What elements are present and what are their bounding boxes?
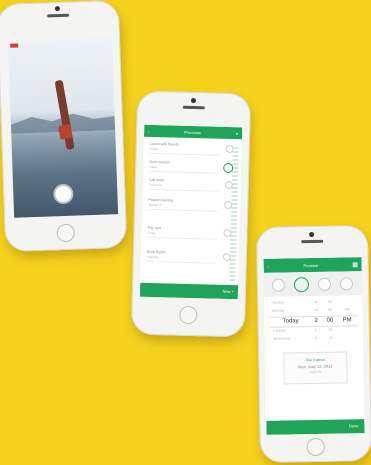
phone-camera (54, 6, 60, 12)
picker-row: Sunday 11 55 (272, 299, 333, 305)
list-item[interactable]: Lunch with friends Today (149, 140, 234, 156)
shutter-button[interactable] (55, 185, 72, 203)
phone-picker: ‹ Promise Sunday 11 55 Monday 12 00 AM T… (255, 225, 371, 463)
home-button[interactable] (56, 223, 76, 243)
due-label: Due in about (305, 357, 325, 363)
back-icon[interactable]: ‹ (268, 263, 269, 268)
option-circle[interactable] (271, 278, 286, 292)
record-indicator (10, 43, 19, 48)
option-circle[interactable] (293, 277, 310, 293)
picker-row: Wednesday 2 10 (272, 335, 333, 341)
phone-photo (0, 0, 128, 253)
picker-row-selected: Today 2 00 PM (268, 315, 359, 328)
list-item[interactable]: Gym session Today (149, 158, 234, 174)
menu-icon[interactable]: ≡ (236, 131, 238, 136)
picker-row: Monday 12 00 AM (272, 307, 350, 313)
phone-list: ‹ Promises ≡ Lunch with friends Today Gym… (130, 90, 252, 338)
list-item[interactable]: Book flights Saturday (146, 248, 231, 264)
option-circle[interactable] (339, 277, 354, 291)
option-strip (263, 271, 363, 297)
photo-screen (8, 38, 119, 218)
header-title: Promise (303, 262, 319, 268)
picker-row: Tuesday 1 05 (272, 327, 333, 333)
phone-camera (190, 97, 197, 104)
picker-screen: ‹ Promise Sunday 11 55 Monday 12 00 AM T… (263, 257, 365, 435)
phone-speaker (182, 105, 205, 110)
option-circle[interactable] (317, 277, 332, 291)
edit-icon[interactable] (352, 261, 358, 267)
home-button[interactable] (179, 305, 198, 325)
header-title: Promises (184, 129, 202, 135)
list-header: ‹ Promises ≡ (144, 124, 243, 140)
picker-footer: Done (266, 419, 365, 435)
list-item[interactable]: Pay rent Friday (147, 224, 232, 240)
list-footer: New + (139, 282, 239, 300)
due-time: 5:00 PM (309, 369, 322, 375)
date-picker[interactable]: Sunday 11 55 Monday 12 00 AM Today 2 00 … (264, 299, 363, 345)
list-item[interactable]: Call mom Tomorrow (148, 176, 233, 192)
phone-speaker (47, 13, 70, 18)
back-icon[interactable]: ‹ (148, 128, 149, 133)
list-screen: ‹ Promises ≡ Lunch with friends Today Gym… (139, 124, 243, 300)
list-item[interactable]: Project meeting Tomorrow (148, 196, 233, 212)
phone-speaker (301, 239, 324, 244)
new-button[interactable]: New + (222, 289, 234, 294)
phone-camera (309, 231, 315, 238)
due-card: Due in about Mon, May 12, 2014 5:00 PM (283, 351, 348, 385)
done-button[interactable]: Done (349, 423, 359, 428)
person-shorts (58, 123, 73, 140)
home-button[interactable] (306, 437, 325, 457)
